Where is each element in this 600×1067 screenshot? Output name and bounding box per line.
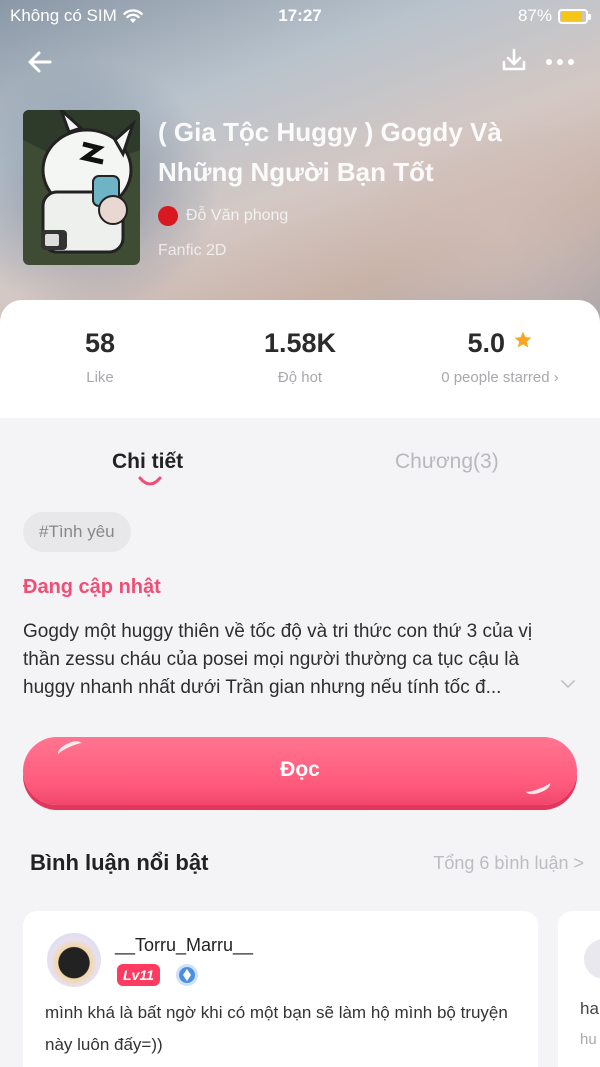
read-button[interactable]: Đọc: [23, 737, 577, 805]
avatar: [584, 939, 600, 979]
back-arrow-icon[interactable]: [24, 46, 56, 78]
diamond-badge-icon: [176, 964, 198, 986]
status-bar: Không có SIM 17:27 87%: [0, 0, 600, 34]
chevron-down-icon[interactable]: [559, 678, 577, 690]
tab-bar: Chi tiết Chương(3): [0, 432, 600, 502]
comment-username[interactable]: __Torru_Marru__: [115, 935, 253, 956]
button-shine-top: [55, 738, 85, 760]
stats-card: 58 Like 1.58K Độ hot 5.0 0 people starre…: [0, 300, 600, 418]
rating-value: 5.0: [467, 328, 506, 358]
smile-indicator-icon: [138, 476, 162, 486]
battery-icon: [558, 8, 591, 24]
comment-text-peek: ha: [580, 999, 599, 1018]
star-icon: [514, 331, 531, 348]
comment-sub-peek: hu: [580, 1031, 597, 1048]
author-row[interactable]: Đỗ Văn phong: [158, 206, 578, 226]
stat-likes: 58 Like: [40, 328, 160, 386]
update-status: Đang cập nhật: [23, 576, 161, 598]
comment-card[interactable]: __Torru_Marru__ Lv11 mình khá là bất ngờ…: [23, 911, 538, 1067]
stat-rating[interactable]: 5.0 0 people starred ›: [420, 328, 580, 386]
likes-count: 58: [84, 328, 116, 358]
stat-hot: 1.58K Độ hot: [240, 328, 360, 386]
author-name: Đỗ Văn phong: [186, 207, 289, 224]
tab-chapters[interactable]: Chương(3): [395, 450, 499, 474]
comments-title: Bình luận nổi bật: [30, 850, 209, 875]
status-right: 87%: [517, 6, 591, 26]
likes-label: Like: [86, 369, 114, 386]
tag-chip[interactable]: #Tình yêu: [23, 512, 131, 552]
cover-art: [23, 110, 140, 265]
avatar[interactable]: [47, 933, 101, 987]
more-icon[interactable]: [544, 46, 576, 78]
rating-label: 0 people starred ›: [441, 369, 559, 386]
rating-row: 5.0: [420, 328, 580, 359]
book-title: ( Gia Tộc Huggy ) Gogdy Và Những Người B…: [158, 117, 502, 187]
button-shine-bottom: [523, 776, 553, 798]
author-avatar: [158, 206, 178, 226]
download-icon[interactable]: [500, 46, 528, 74]
level-badge: Lv11: [117, 964, 160, 986]
genre-label: Fanfic 2D: [158, 242, 227, 259]
clock: 17:27: [278, 6, 322, 25]
top-nav: [0, 40, 600, 84]
tab-details[interactable]: Chi tiết: [112, 450, 183, 474]
comment-card-peek[interactable]: ha hu: [558, 911, 600, 1067]
comments-total-link[interactable]: Tổng 6 bình luận >: [433, 853, 584, 874]
book-info: ( Gia Tộc Huggy ) Gogdy Và Những Người B…: [158, 112, 578, 260]
book-description[interactable]: Gogdy một huggy thiên về tốc độ và tri t…: [23, 618, 553, 702]
book-cover[interactable]: [23, 110, 140, 265]
battery-percent: 87%: [517, 6, 552, 25]
hot-count: 1.58K: [263, 328, 337, 358]
comment-text: mình khá là bất ngờ khi có một bạn sẽ là…: [45, 1003, 508, 1054]
hot-label: Độ hot: [277, 369, 323, 386]
read-button-label: Đọc: [280, 758, 320, 781]
